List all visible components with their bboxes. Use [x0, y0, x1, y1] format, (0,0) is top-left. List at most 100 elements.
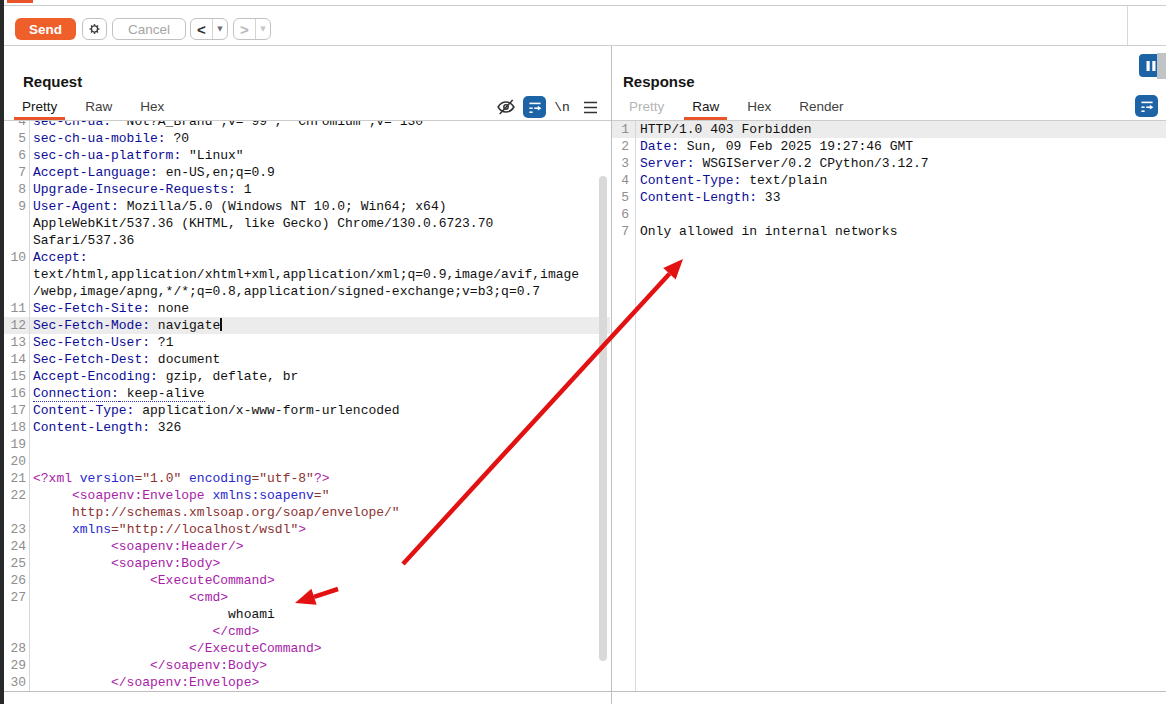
- code-segment: AppleWebKit/537.36 (KHTML, like Gecko) C…: [33, 216, 493, 231]
- settings-button[interactable]: [82, 18, 107, 40]
- line-number: 6: [612, 206, 629, 223]
- newline-toggle-button[interactable]: \n: [551, 96, 573, 118]
- next-dropdown[interactable]: ▼: [255, 19, 270, 39]
- code-line: 7Accept-Language: en-US,en;q=0.9: [0, 164, 610, 181]
- code-segment: <cmd>: [33, 590, 228, 605]
- code-line: Safari/537.36: [0, 232, 610, 249]
- code-segment: text/plain: [741, 173, 827, 188]
- code-segment: ="1.0": [134, 471, 189, 486]
- code-line: 1HTTP/1.0 403 Forbidden: [612, 121, 1166, 138]
- code-segment: Sec-Fetch-Site:: [33, 301, 150, 316]
- code-segment: WSGIServer/0.2 CPython/3.12.7: [695, 156, 929, 171]
- tab-hex[interactable]: Hex: [132, 95, 172, 120]
- code-segment: Server:: [640, 156, 695, 171]
- request-soft-wrap-button[interactable]: [523, 96, 546, 118]
- code-segment: Connection:: [33, 386, 119, 402]
- next-request-button[interactable]: > ▼: [233, 18, 271, 40]
- response-editor[interactable]: 1HTTP/1.0 403 Forbidden2Date: Sun, 09 Fe…: [612, 121, 1166, 691]
- code-segment: xmlns: [72, 522, 111, 537]
- code-line: 2Date: Sun, 09 Feb 2025 19:27:46 GMT: [612, 138, 1166, 155]
- code-segment: <soapenv:Body>: [33, 556, 220, 571]
- code-line: 29 </soapenv:Body>: [0, 657, 610, 674]
- response-soft-wrap-button[interactable]: [1135, 95, 1158, 117]
- soft-wrap-icon: [1139, 98, 1155, 114]
- send-button[interactable]: Send: [15, 18, 76, 40]
- code-segment: Sec-Fetch-Dest:: [33, 352, 150, 367]
- code-line: 3 Server: WSGIServer/0.2 CPython/3.12.7: [612, 155, 1166, 172]
- code-line: 6sec-ch-ua-platform: "Linux": [0, 147, 610, 164]
- toolbar-bottom-divider: [0, 45, 1166, 46]
- code-line: </cmd>: [0, 623, 610, 640]
- code-segment: sec-ch-ua-mobile:: [33, 131, 166, 146]
- code-line: 23 xmlns="http://localhost/wsdl">: [0, 521, 610, 538]
- line-number: 4: [612, 172, 629, 189]
- request-scrollbar[interactable]: [599, 176, 607, 661]
- code-line: text/html,application/xhtml+xml,applicat…: [0, 266, 610, 283]
- tab-render[interactable]: Render: [791, 95, 851, 120]
- code-segment: 33: [757, 190, 780, 205]
- request-menu-button[interactable]: [580, 96, 600, 118]
- hide-nonprinting-button[interactable]: [495, 96, 517, 118]
- toolbar-right-divider: [1127, 6, 1128, 45]
- code-segment: Mozilla/5.0 (Windows NT 10.0; Win64; x64…: [119, 199, 447, 214]
- window-scrollbar[interactable]: [1157, 53, 1166, 79]
- eye-slash-icon: [496, 97, 516, 117]
- code-line: 20: [0, 453, 610, 470]
- code-line: /webp,image/apng,*/*;q=0.8,application/s…: [0, 283, 610, 300]
- previous-chevron[interactable]: <: [191, 19, 212, 39]
- code-segment: >: [298, 522, 306, 537]
- code-segment: /webp,image/apng,*/*;q=0.8,application/s…: [33, 284, 540, 299]
- tab-pretty[interactable]: Pretty: [14, 95, 65, 120]
- code-segment: Content-Length:: [33, 420, 150, 435]
- editor-bottom-divider: [0, 691, 1166, 692]
- code-segment: "Not?A_Brand";v="99", "Chromium";v="130": [111, 121, 431, 129]
- code-segment: Sun, 09 Feb 2025 19:27:46 GMT: [679, 139, 913, 154]
- code-segment: </cmd>: [33, 624, 259, 639]
- tab-pretty[interactable]: Pretty: [621, 95, 672, 120]
- request-editor[interactable]: 4sec-ch-ua: "Not?A_Brand";v="99", "Chrom…: [0, 121, 610, 691]
- code-segment: xmlns:soapenv: [212, 488, 313, 503]
- code-line: 19: [0, 436, 610, 453]
- code-segment: Only allowed in internal networks: [640, 224, 897, 239]
- code-segment: application/x-www-form-urlencoded: [134, 403, 399, 418]
- previous-request-button[interactable]: < ▼: [190, 18, 228, 40]
- code-segment: Content-Length:: [640, 190, 757, 205]
- code-line: 15Accept-Encoding: gzip, deflate, br: [0, 368, 610, 385]
- line-number: 3: [612, 155, 629, 172]
- code-segment: text/html,application/xhtml+xml,applicat…: [33, 267, 579, 282]
- code-segment: =": [314, 488, 330, 503]
- code-segment: en-US,en;q=0.9: [158, 165, 275, 180]
- response-gutter-divider: [635, 121, 636, 691]
- tab-hex[interactable]: Hex: [739, 95, 779, 120]
- request-gutter-divider: [29, 121, 30, 691]
- line-number: 7: [612, 223, 629, 240]
- active-tab-indicator: [7, 0, 33, 3]
- code-line: 6: [612, 206, 1166, 223]
- code-segment: keep-alive: [119, 386, 205, 402]
- code-segment: </ExecuteCommand>: [33, 641, 322, 656]
- next-chevron: >: [234, 19, 255, 39]
- code-line: 30 </soapenv:Envelope>: [0, 674, 610, 691]
- code-segment: Safari/537.36: [33, 233, 134, 248]
- code-line: 16Connection: keep-alive: [0, 385, 610, 402]
- code-segment: Content-Type:: [640, 173, 741, 188]
- code-segment: Upgrade-Insecure-Requests:: [33, 182, 236, 197]
- code-line: 21<?xml version="1.0" encoding="utf-8"?>: [0, 470, 610, 487]
- code-segment: HTTP/1.0 403 Forbidden: [640, 122, 812, 137]
- repeater-window: Send Cancel < ▼ > ▼ Request Pretty Raw Hex…: [0, 0, 1166, 704]
- response-tabs: Pretty Raw Hex Render: [621, 95, 864, 120]
- code-segment: none: [150, 301, 189, 316]
- tab-raw[interactable]: Raw: [684, 95, 727, 120]
- code-line: 25 <soapenv:Body>: [0, 555, 610, 572]
- code-line: 26 <ExecuteCommand>: [0, 572, 610, 589]
- code-segment: ?0: [166, 131, 189, 146]
- request-panel-title: Request: [23, 73, 82, 90]
- code-segment: encoding: [189, 471, 251, 486]
- cancel-button[interactable]: Cancel: [112, 18, 186, 40]
- tab-raw[interactable]: Raw: [77, 95, 120, 120]
- code-segment: [33, 522, 72, 537]
- previous-dropdown[interactable]: ▼: [212, 19, 227, 39]
- code-segment: ="utf-8": [251, 471, 313, 486]
- code-segment: User-Agent:: [33, 199, 119, 214]
- code-segment: ?>: [314, 471, 330, 486]
